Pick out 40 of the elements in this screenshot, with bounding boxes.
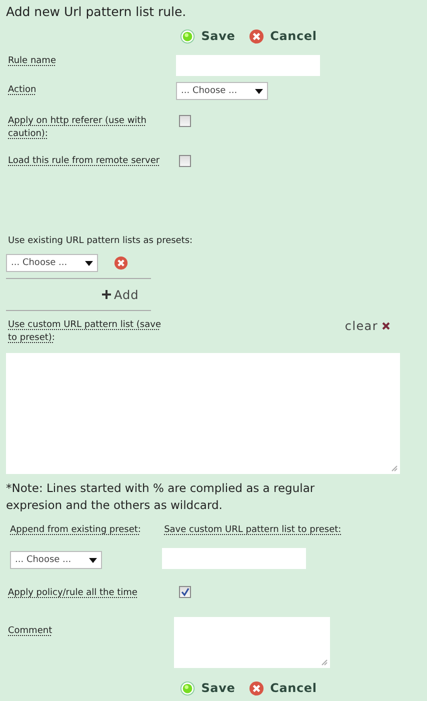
circle-icon bbox=[180, 680, 196, 696]
note-text: *Note: Lines started with % are complied as a regular expresion and the others as wildcard. bbox=[5, 480, 316, 514]
caret-icon bbox=[89, 558, 97, 562]
pattern-list-field[interactable] bbox=[6, 353, 400, 474]
plus-icon bbox=[102, 290, 111, 299]
field-label: Save custom URL pattern list to preset: bbox=[164, 524, 342, 537]
cancel-icon bbox=[249, 680, 264, 696]
checkbox[interactable] bbox=[179, 115, 191, 127]
rule-name-field[interactable] bbox=[176, 55, 320, 76]
resize-grip-icon bbox=[321, 659, 328, 666]
field-label: Rule name bbox=[8, 55, 56, 68]
field-label: Comment bbox=[8, 625, 52, 638]
field-label: Use custom URL pattern list (save to preset): bbox=[8, 319, 162, 345]
choose-dropdown[interactable]: ... Choose ... bbox=[176, 82, 268, 100]
preset-name-field[interactable] bbox=[162, 548, 306, 569]
checkbox[interactable] bbox=[179, 586, 191, 598]
field-label: Apply on http referer (use with caution): bbox=[8, 115, 148, 141]
field-label: Action bbox=[8, 84, 36, 97]
choose-dropdown[interactable]: ... Choose ... bbox=[6, 254, 98, 272]
choose-dropdown[interactable]: ... Choose ... bbox=[10, 551, 102, 569]
caret-icon bbox=[255, 88, 263, 94]
field-label: Apply policy/rule all the time bbox=[8, 587, 138, 600]
save-button[interactable]: Save bbox=[180, 680, 236, 696]
cancel-icon bbox=[249, 28, 264, 44]
field-label: Load this rule from remote server bbox=[8, 155, 160, 168]
cancel-button[interactable]: Cancel bbox=[249, 680, 317, 696]
clear-button[interactable]: clear bbox=[344, 319, 390, 333]
field-label: Append from existing preset: bbox=[10, 524, 141, 537]
cancel-icon bbox=[114, 256, 128, 270]
circle-icon bbox=[180, 28, 196, 44]
save-button[interactable]: Save bbox=[180, 28, 236, 44]
caret-icon bbox=[85, 260, 93, 266]
comment-field[interactable] bbox=[174, 617, 330, 668]
cancel-button[interactable]: Cancel bbox=[249, 28, 317, 44]
section-label: Use existing URL pattern lists as presets: bbox=[7, 236, 194, 246]
add-button[interactable]: Add bbox=[102, 279, 139, 310]
close-icon bbox=[382, 322, 390, 330]
checkbox[interactable] bbox=[179, 155, 191, 167]
resize-grip-icon bbox=[391, 465, 398, 472]
form-title: Add new Url pattern list rule. bbox=[5, 3, 188, 21]
